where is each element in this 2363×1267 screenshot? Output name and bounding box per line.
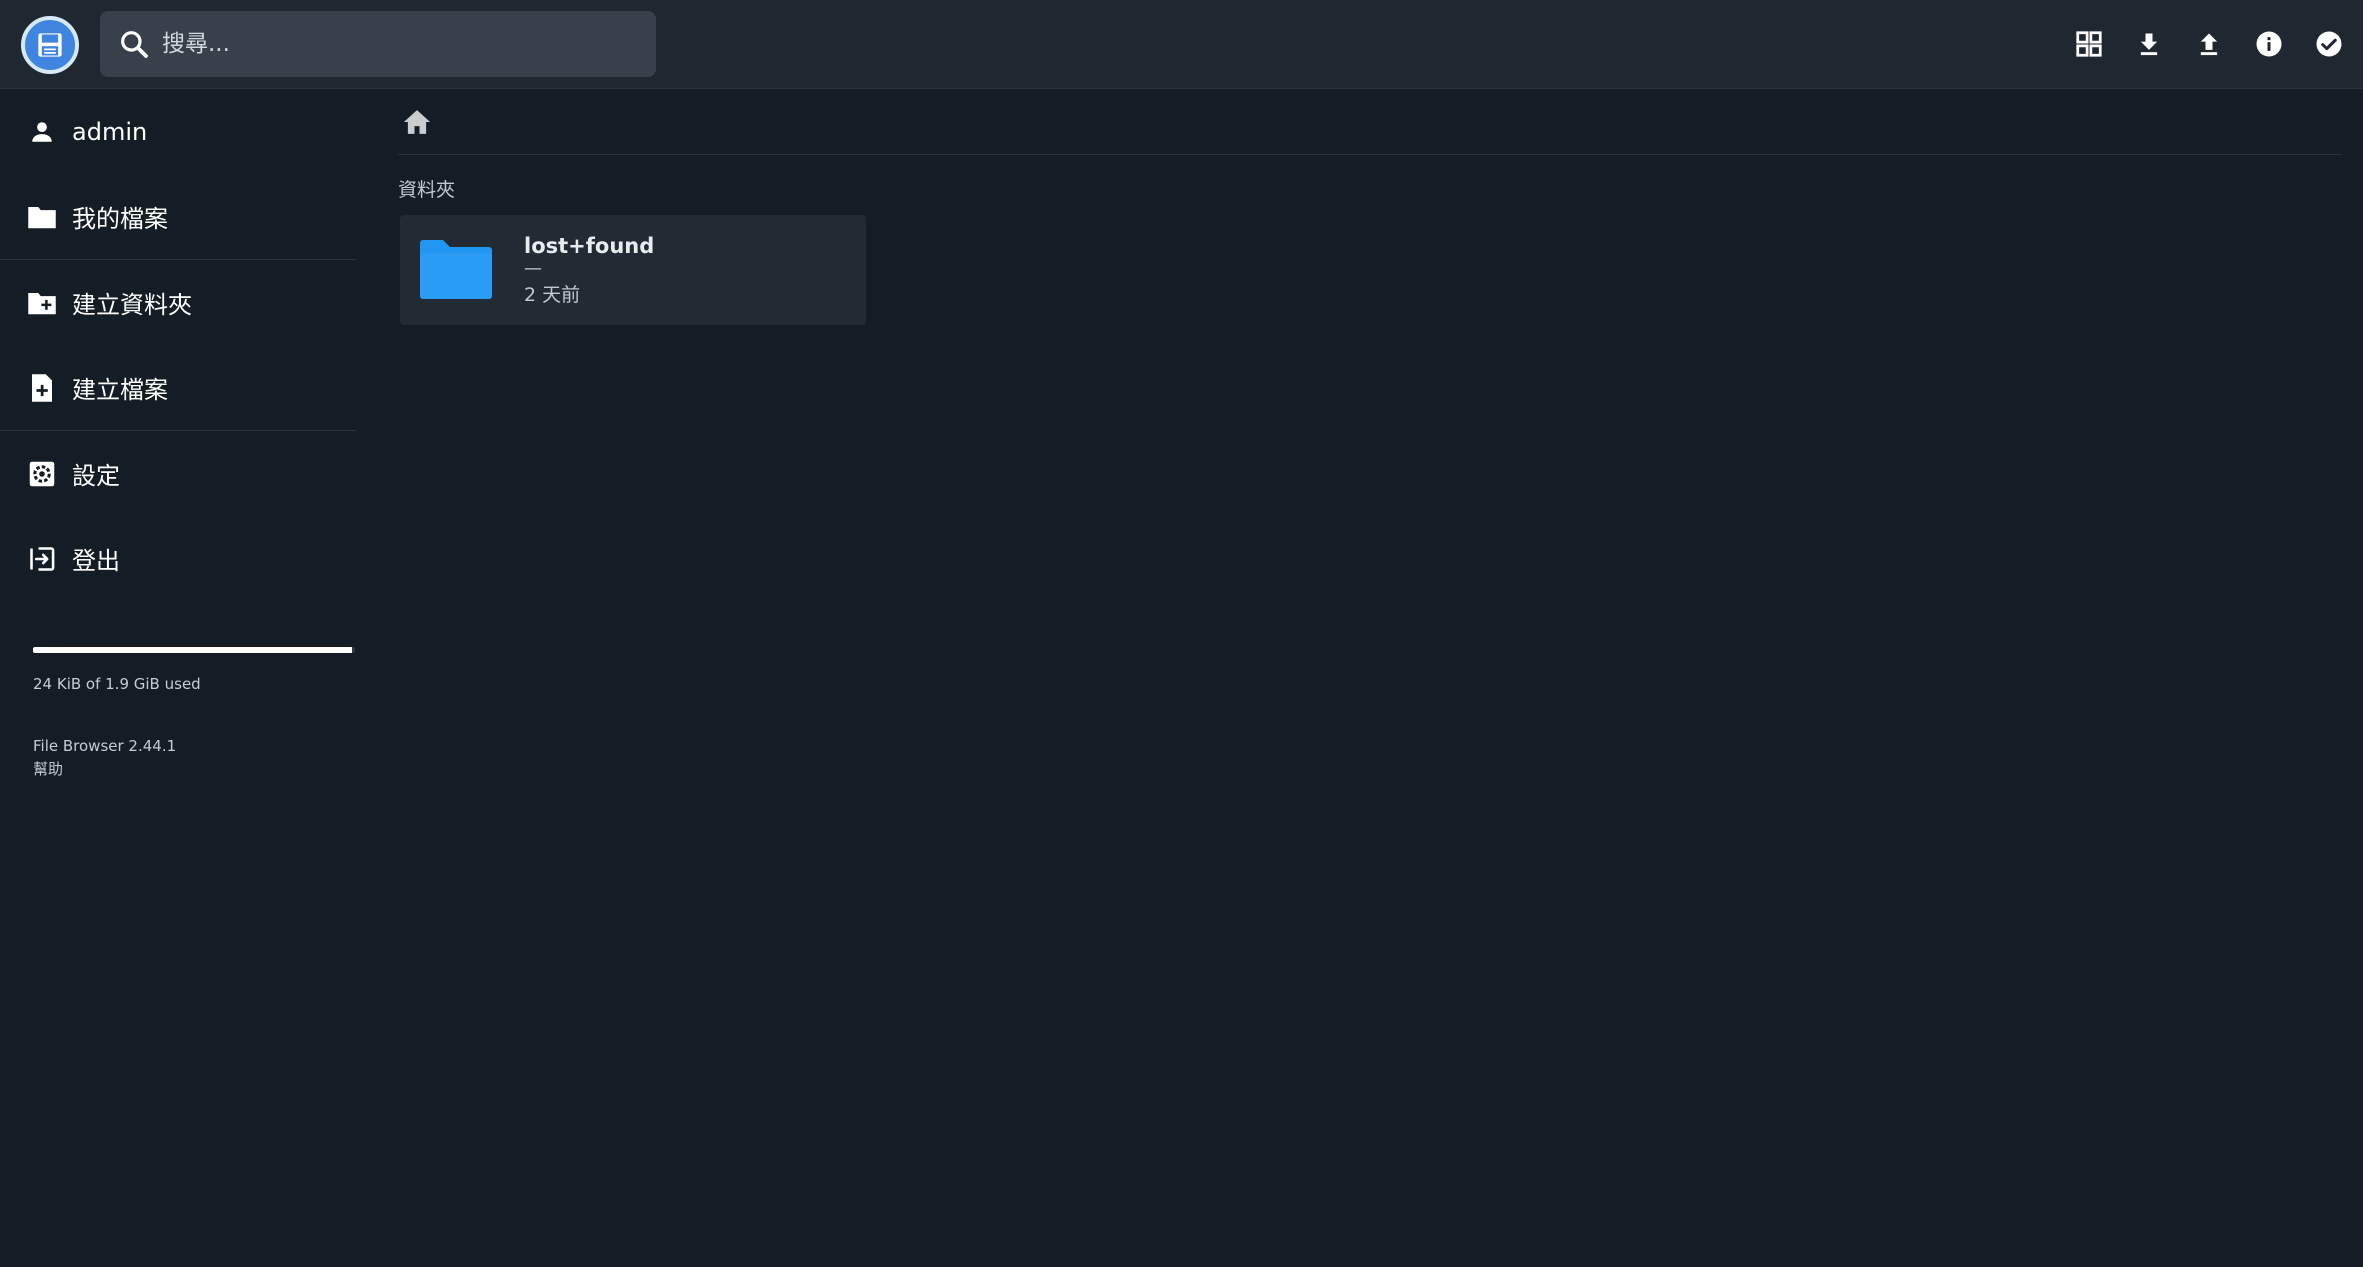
sidebar-item-label: 設定 bbox=[72, 462, 120, 490]
sidebar: admin 我的檔案 建立資料夾 建立檔案 設定 登出 24 KiB of 1.… bbox=[0, 89, 356, 781]
toolbar bbox=[2069, 22, 2349, 66]
folder-name: lost+found bbox=[524, 233, 655, 258]
help-link[interactable]: 幫助 bbox=[33, 758, 356, 781]
folder-icon bbox=[420, 240, 492, 299]
gear-icon bbox=[27, 459, 57, 489]
sidebar-item-settings[interactable]: 設定 bbox=[0, 431, 356, 516]
folder-size: — bbox=[524, 257, 542, 279]
folder-modified: 2 天前 bbox=[524, 283, 581, 306]
folder-plus-icon bbox=[27, 288, 57, 318]
folder-item[interactable]: lost+found — 2 天前 bbox=[400, 215, 866, 325]
sidebar-item-label: 建立檔案 bbox=[72, 376, 168, 404]
storage-progress-bar bbox=[33, 647, 355, 653]
section-title-folders: 資料夾 bbox=[398, 179, 456, 201]
sidebar-item-my-files[interactable]: 我的檔案 bbox=[0, 174, 356, 259]
logo-icon[interactable] bbox=[21, 16, 79, 74]
grid-view-button[interactable] bbox=[2069, 22, 2109, 66]
sidebar-item-logout[interactable]: 登出 bbox=[0, 516, 356, 601]
breadcrumb bbox=[398, 89, 2342, 155]
search-input[interactable] bbox=[160, 30, 640, 58]
storage-usage-text: 24 KiB of 1.9 GiB used bbox=[33, 675, 201, 693]
search-icon bbox=[121, 31, 148, 58]
upload-button[interactable] bbox=[2189, 22, 2229, 66]
main-content: 資料夾 lost+found — 2 天前 bbox=[398, 89, 2342, 325]
search-bar[interactable] bbox=[100, 11, 656, 77]
grid-view-icon bbox=[2076, 31, 2102, 57]
select-button[interactable] bbox=[2309, 22, 2349, 66]
upload-icon bbox=[2200, 33, 2218, 56]
sidebar-item-label: 建立資料夾 bbox=[72, 291, 192, 319]
version-text: File Browser 2.44.1 bbox=[33, 737, 177, 755]
sidebar-item-label: admin bbox=[72, 117, 148, 146]
logout-icon bbox=[27, 544, 57, 574]
sidebar-item-new-folder[interactable]: 建立資料夾 bbox=[0, 260, 356, 345]
sidebar-item-label: 我的檔案 bbox=[72, 205, 168, 233]
home-icon[interactable] bbox=[402, 108, 432, 136]
folder-icon bbox=[27, 202, 57, 232]
sidebar-item-new-file[interactable]: 建立檔案 bbox=[0, 345, 356, 430]
sidebar-item-user[interactable]: admin bbox=[0, 89, 356, 174]
person-icon bbox=[27, 117, 57, 147]
storage-progress-fill bbox=[33, 647, 352, 653]
top-header bbox=[0, 0, 2363, 89]
check-circle-icon bbox=[2316, 31, 2342, 57]
download-button[interactable] bbox=[2129, 22, 2169, 66]
download-icon bbox=[2140, 33, 2158, 56]
credits: File Browser 2.44.1 幫助 bbox=[33, 735, 356, 781]
info-button[interactable] bbox=[2249, 22, 2289, 66]
folder-meta: lost+found — 2 天前 bbox=[524, 234, 654, 307]
sidebar-item-label: 登出 bbox=[72, 547, 120, 575]
file-plus-icon bbox=[27, 373, 57, 403]
info-icon bbox=[2256, 31, 2282, 57]
